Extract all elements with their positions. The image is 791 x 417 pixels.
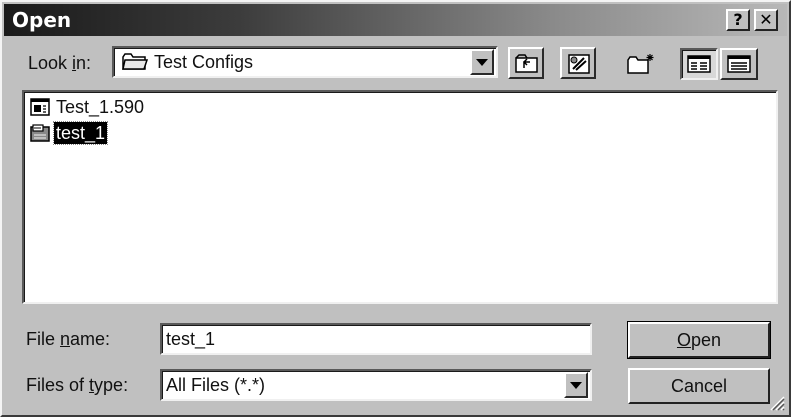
look-in-value: Test Configs [154,52,254,72]
file-name-label: test_1 [52,121,109,145]
list-view-icon [687,55,711,73]
details-view-button[interactable] [720,48,758,80]
cancel-button[interactable]: Cancel [628,368,770,404]
resize-grip-icon[interactable] [767,393,785,411]
desktop-icon [568,54,590,74]
title-bar[interactable]: Open ? ✕ [4,4,787,36]
details-view-icon [727,55,751,73]
desktop-button[interactable] [560,47,596,79]
file-type-label: Files of type: [26,375,129,395]
open-dialog: Open ? ✕ Look in: Test Configs Test_1.59… [0,0,791,417]
file-type-value: All Files (*.*) [166,375,266,395]
look-in-label: Look in: [28,53,92,73]
file-name-input[interactable]: test_1 [160,323,592,355]
look-in-combo[interactable]: Test Configs [112,46,498,78]
close-icon: ✕ [759,10,773,29]
document-icon [30,98,50,116]
chevron-down-icon [570,382,582,389]
file-list[interactable]: Test_1.590 test_1 [22,90,778,304]
file-name-value: test_1 [166,329,216,349]
up-one-level-button[interactable] [508,47,544,79]
list-view-button[interactable] [680,48,718,80]
file-type-dropdown-button[interactable] [564,372,588,398]
config-file-icon [30,124,50,142]
file-name-label: File name: [26,329,111,349]
window-title: Open [12,8,72,32]
file-name-label: Test_1.590 [56,97,145,117]
file-type-select[interactable]: All Files (*.*) [160,369,592,401]
close-button[interactable]: ✕ [754,9,778,31]
folder-icon [122,53,148,70]
up-folder-icon [515,54,538,73]
new-folder-icon [627,54,654,74]
open-button[interactable]: Open [627,321,771,359]
help-button[interactable]: ? [726,9,750,31]
look-in-dropdown-button[interactable] [470,49,494,75]
chevron-down-icon [476,59,488,66]
create-new-folder-button[interactable] [620,47,660,79]
